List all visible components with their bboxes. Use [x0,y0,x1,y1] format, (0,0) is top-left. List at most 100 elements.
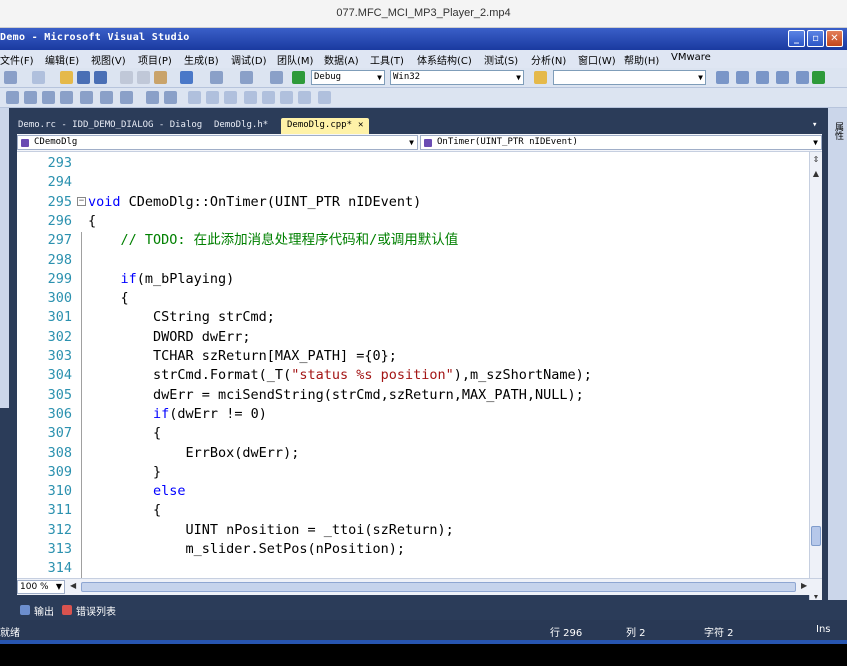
code-editor[interactable]: 293 294 295− void CDemoDlg::OnTimer(UINT_PT… [17,152,809,578]
redo-icon[interactable] [210,71,223,84]
solution-explorer-icon[interactable] [716,71,729,84]
quick-info-icon[interactable] [42,91,55,104]
properties-dock-label[interactable]: 属性 [832,122,845,140]
scroll-up-icon[interactable]: ▲ [810,168,822,180]
code-line[interactable]: 298 [17,251,809,270]
menu-team[interactable]: 团队(M) [277,52,313,67]
complete-word-icon[interactable] [60,91,73,104]
add-item-icon[interactable] [32,71,45,84]
menu-help[interactable]: 帮助(H) [624,52,659,67]
menu-edit[interactable]: 编辑(E) [45,52,79,67]
code-line[interactable]: 297 // TODO: 在此添加消息处理程序代码和/或调用默认值 [17,231,809,250]
prev-bookmark-folder-icon[interactable] [244,91,257,104]
code-line[interactable]: 313 m_slider.SetPos(nPosition); [17,540,809,559]
tab-overflow-icon[interactable]: ▾ [806,118,823,134]
menu-build[interactable]: 生成(B) [184,52,219,67]
copy-icon[interactable] [137,71,150,84]
prev-bookmark-icon[interactable] [206,91,219,104]
save-all-icon[interactable] [94,71,107,84]
code-line[interactable]: 303 TCHAR szReturn[MAX_PATH] ={0}; [17,347,809,366]
minimize-button[interactable]: _ [788,30,805,47]
next-bookmark-folder-icon[interactable] [262,91,275,104]
code-line[interactable]: 312 UINT nPosition = _ttoi(szReturn); [17,521,809,540]
tab-demo-rc[interactable]: Demo.rc - IDD_DEMO_DIALOG - Dialog [12,118,208,134]
bookmark-icon[interactable] [188,91,201,104]
menu-vmware[interactable]: VMware [671,52,711,63]
code-line[interactable]: 304 strCmd.Format(_T("status %s position… [17,366,809,385]
clear-bookmarks-icon[interactable] [318,91,331,104]
class-combo[interactable]: CDemoDlg ▼ [17,135,418,150]
next-bookmark-icon[interactable] [224,91,237,104]
new-project-icon[interactable] [4,71,17,84]
code-line[interactable]: 314 [17,559,809,578]
toolbox-icon[interactable] [776,71,789,84]
prev-bookmark-doc-icon[interactable] [280,91,293,104]
member-combo[interactable]: OnTimer(UINT_PTR nIDEvent) ▼ [420,135,822,150]
code-line[interactable]: 306 if(dwErr != 0) [17,405,809,424]
menu-view[interactable]: 视图(V) [91,52,126,67]
start-debug-icon[interactable] [292,71,305,84]
extension-manager-icon[interactable] [812,71,825,84]
maximize-button[interactable]: ▫ [807,30,824,47]
navigate-back-icon[interactable] [240,71,253,84]
code-line[interactable]: 305 dwErr = mciSendString(strCmd,szRetur… [17,386,809,405]
code-line[interactable]: 302 DWORD dwErr; [17,328,809,347]
outdent-icon[interactable] [120,91,133,104]
menu-tools[interactable]: 工具(T) [370,52,404,67]
find-in-files-icon[interactable] [534,71,547,84]
menu-data[interactable]: 数据(A) [324,52,359,67]
comment-icon[interactable] [146,91,159,104]
split-handle-icon[interactable]: ⇕ [810,154,822,166]
menu-analyze[interactable]: 分析(N) [531,52,566,67]
code-line[interactable]: 310 else [17,482,809,501]
navigate-forward-icon[interactable] [270,71,283,84]
menu-window[interactable]: 窗口(W) [578,52,616,67]
code-line[interactable]: 295− void CDemoDlg::OnTimer(UINT_PTR nIDE… [17,193,809,212]
menu-architecture[interactable]: 体系结构(C) [417,52,472,67]
code-line[interactable]: 294 [17,173,809,192]
platform-select[interactable]: Win32 ▼ [390,70,524,85]
object-browser-icon[interactable] [756,71,769,84]
code-line[interactable]: 309 } [17,463,809,482]
tab-error-list[interactable]: 错误列表 [62,603,116,618]
code-line[interactable]: 311 { [17,501,809,520]
open-folder-icon[interactable] [60,71,73,84]
right-dock-strip[interactable]: 属性 [828,108,847,608]
scroll-right-icon[interactable]: ▶ [801,581,807,590]
config-select[interactable]: Debug ▼ [311,70,385,85]
scroll-left-icon[interactable]: ◀ [70,581,76,590]
code-line[interactable]: 300 { [17,289,809,308]
menu-project[interactable]: 项目(P) [138,52,172,67]
close-tab-icon[interactable]: ✕ [358,120,363,130]
scroll-thumb[interactable] [811,526,821,546]
code-line[interactable]: 308 ErrBox(dwErr); [17,444,809,463]
parameter-info-icon[interactable] [24,91,37,104]
collapse-icon[interactable]: − [77,196,86,206]
menu-debug[interactable]: 调试(D) [231,52,267,67]
undo-icon[interactable] [180,71,193,84]
left-dock-strip[interactable] [0,108,9,408]
vertical-scrollbar[interactable]: ⇕ ▲ ▼ [809,152,822,605]
save-icon[interactable] [77,71,90,84]
zoom-select[interactable]: 100 % ▼ [17,580,65,594]
tab-demodlg-cpp[interactable]: DemoDlg.cpp* ✕ [281,118,370,134]
code-line[interactable]: 307 { [17,424,809,443]
code-line[interactable]: 299 if(m_bPlaying) [17,270,809,289]
code-line[interactable]: 301 CString strCmd; [17,308,809,327]
member-list-icon[interactable] [6,91,19,104]
horizontal-scroll-thumb[interactable] [81,582,796,592]
code-line[interactable]: 296 { [17,212,809,231]
find-combo[interactable]: ▼ [553,70,706,85]
cut-icon[interactable] [120,71,133,84]
close-button[interactable]: ✕ [826,30,843,47]
tab-output[interactable]: 输出 [20,603,54,618]
next-bookmark-doc-icon[interactable] [298,91,311,104]
code-line[interactable]: 293 [17,154,809,173]
uncomment-icon[interactable] [164,91,177,104]
properties-icon[interactable] [736,71,749,84]
menu-file[interactable]: 文件(F) [0,52,34,67]
paste-icon[interactable] [154,71,167,84]
decrease-indent-icon[interactable] [80,91,93,104]
indent-icon[interactable] [100,91,113,104]
start-page-icon[interactable] [796,71,809,84]
